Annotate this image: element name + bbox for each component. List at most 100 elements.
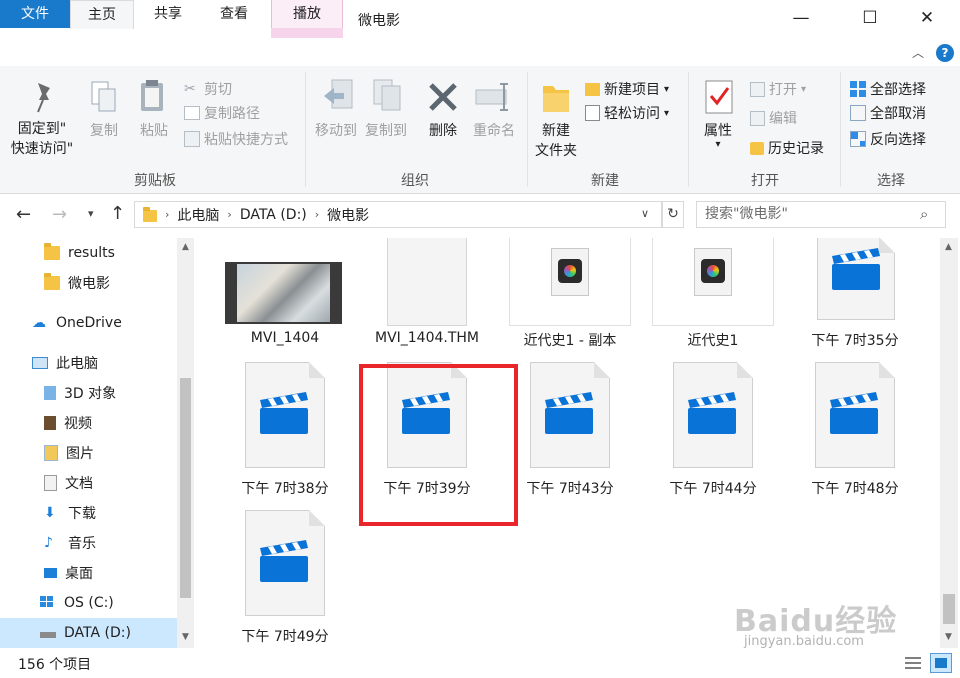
new-folder-button[interactable]: 新建 文件夹 [526, 121, 586, 161]
collapse-ribbon-icon[interactable]: ︿ [912, 44, 924, 61]
file-item-744[interactable]: 下午 7时44分 [648, 362, 778, 502]
drive-icon [40, 632, 56, 638]
clapperboard-icon [686, 390, 738, 434]
delete-button[interactable]: 删除 [421, 121, 465, 141]
rename-button[interactable]: 重命名 [466, 121, 522, 141]
tab-view[interactable]: 查看 [206, 0, 262, 28]
sidebar-item-videos[interactable]: 视频 [0, 408, 178, 438]
open-button[interactable]: 打开 ▾ [750, 77, 806, 101]
move-to-icon [320, 78, 354, 116]
breadcrumb-data-drive[interactable]: DATA (D:) [240, 207, 307, 223]
sidebar-item-desktop[interactable]: 桌面 [0, 558, 178, 588]
file-name: 下午 7时44分 [669, 481, 757, 497]
history-icon [750, 141, 764, 155]
copy-to-button[interactable]: 复制到 [359, 121, 413, 141]
forward-arrow-icon[interactable]: → [52, 204, 67, 225]
file-item-mvi-1404[interactable]: MVI_1404 [220, 238, 350, 348]
media-file-icon [551, 248, 589, 296]
help-icon[interactable]: ? [936, 44, 954, 62]
sidebar-item-label: 下载 [68, 506, 96, 522]
new-folder-icon [541, 80, 571, 114]
refresh-icon[interactable]: ↻ [662, 201, 684, 228]
history-button[interactable]: 历史记录 [750, 136, 824, 160]
address-dropdown-icon[interactable]: ∨ [641, 207, 649, 220]
scroll-up-icon[interactable]: ▲ [182, 242, 189, 252]
pin-to-quick-access-button[interactable]: 固定到" 快速访问" [6, 119, 78, 159]
select-none-button[interactable]: 全部取消 [850, 101, 926, 125]
search-input[interactable]: 搜索"微电影" [696, 201, 946, 228]
new-item-button[interactable]: 新建项目 ▾ [585, 77, 669, 101]
file-list-scroll-thumb[interactable] [943, 594, 955, 624]
close-button[interactable]: ✕ [904, 0, 950, 38]
copy-button[interactable]: 复制 [84, 121, 124, 141]
up-arrow-icon[interactable]: ↑ [110, 203, 125, 224]
edit-button[interactable]: 编辑 [750, 106, 797, 130]
open-group-label: 打开 [751, 173, 779, 189]
scroll-down-icon[interactable]: ▼ [182, 632, 189, 642]
documents-folder-icon [44, 475, 57, 491]
large-icons-view-icon[interactable] [930, 653, 952, 673]
move-to-button[interactable]: 移动到 [309, 121, 363, 141]
address-bar[interactable]: › 此电脑 › DATA (D:) › 微电影 [134, 201, 662, 228]
sidebar-item-music[interactable]: ♪ 音乐 [0, 528, 178, 558]
paste-button[interactable]: 粘贴 [134, 121, 174, 141]
sidebar-scrollbar[interactable]: ▲ ▼ [177, 238, 194, 648]
cut-button[interactable]: ✂ 剪切 [184, 77, 232, 101]
select-all-button[interactable]: 全部选择 [850, 77, 926, 101]
file-name: 下午 7时48分 [811, 481, 899, 497]
maximize-button[interactable]: ☐ [847, 0, 893, 38]
clapperboard-icon [828, 390, 880, 434]
edit-label: 编辑 [769, 111, 797, 127]
file-item-history[interactable]: 近代史1 [648, 238, 778, 349]
dropdown-arrow-icon: ▾ [801, 83, 807, 95]
select-all-icon [850, 81, 866, 97]
sidebar-item-downloads[interactable]: ⬇ 下载 [0, 498, 178, 528]
item-count: 156 个项目 [18, 657, 92, 673]
file-item-history-copy[interactable]: 近代史1 - 副本 [505, 238, 635, 349]
sidebar-item-weidianying[interactable]: 微电影 [0, 268, 178, 298]
new-group-label: 新建 [591, 173, 619, 189]
sidebar-item-3d-objects[interactable]: 3D 对象 [0, 378, 178, 408]
sidebar-item-documents[interactable]: 文档 [0, 468, 178, 498]
pin-label-line1: 固定到" [17, 121, 67, 137]
dropdown-arrow-icon: ▾ [715, 139, 721, 150]
invert-selection-button[interactable]: 反向选择 [850, 127, 926, 151]
tab-play[interactable]: 播放 [271, 0, 343, 28]
tab-home[interactable]: 主页 [70, 0, 134, 29]
breadcrumb-current-folder[interactable]: 微电影 [327, 205, 369, 225]
sidebar-item-label: OneDrive [56, 315, 122, 331]
file-item-749[interactable]: 下午 7时49分 [220, 510, 350, 650]
paste-shortcut-button[interactable]: 粘贴快捷方式 [184, 127, 288, 151]
search-icon[interactable]: ⌕ [920, 205, 928, 223]
tab-file[interactable]: 文件 [0, 0, 70, 28]
window-title: 微电影 [358, 13, 400, 29]
sidebar-item-this-pc[interactable]: 此电脑 [0, 348, 178, 378]
breadcrumb-this-pc[interactable]: 此电脑 [177, 205, 219, 225]
sidebar-item-pictures[interactable]: 图片 [0, 438, 178, 468]
sidebar-item-results[interactable]: results [0, 238, 178, 268]
tab-share[interactable]: 共享 [140, 0, 196, 28]
back-arrow-icon[interactable]: ← [16, 204, 31, 225]
minimize-button[interactable]: — [778, 0, 824, 38]
easy-access-button[interactable]: 轻松访问 ▾ [585, 101, 669, 125]
scroll-down-icon[interactable]: ▼ [945, 632, 952, 642]
recent-locations-icon[interactable]: ▾ [88, 207, 94, 220]
new-folder-label-line2: 文件夹 [535, 143, 577, 159]
sidebar-item-os-c[interactable]: OS (C:) [0, 588, 178, 618]
file-list-scrollbar[interactable]: ▲ ▼ [940, 238, 958, 648]
scroll-up-icon[interactable]: ▲ [945, 242, 952, 252]
file-item-735[interactable]: 下午 7时35分 [790, 237, 920, 349]
file-name: 下午 7时38分 [241, 481, 329, 497]
clapperboard-icon [258, 538, 310, 582]
sidebar-item-onedrive[interactable]: ☁ OneDrive [0, 308, 178, 338]
file-item-748[interactable]: 下午 7时48分 [790, 362, 920, 502]
sidebar-item-data-d[interactable]: DATA (D:) [0, 618, 178, 648]
file-item-743[interactable]: 下午 7时43分 [505, 362, 635, 502]
file-item-738[interactable]: 下午 7时38分 [220, 362, 350, 502]
details-view-icon[interactable] [904, 655, 922, 671]
file-item-mvi-1404-thm[interactable]: MVI_1404.THM [362, 238, 492, 348]
copy-path-button[interactable]: 复制路径 [184, 101, 260, 125]
properties-button[interactable]: 属性 ▾ [698, 121, 738, 150]
copy-icon [90, 80, 118, 114]
sidebar-scroll-thumb[interactable] [180, 378, 191, 598]
